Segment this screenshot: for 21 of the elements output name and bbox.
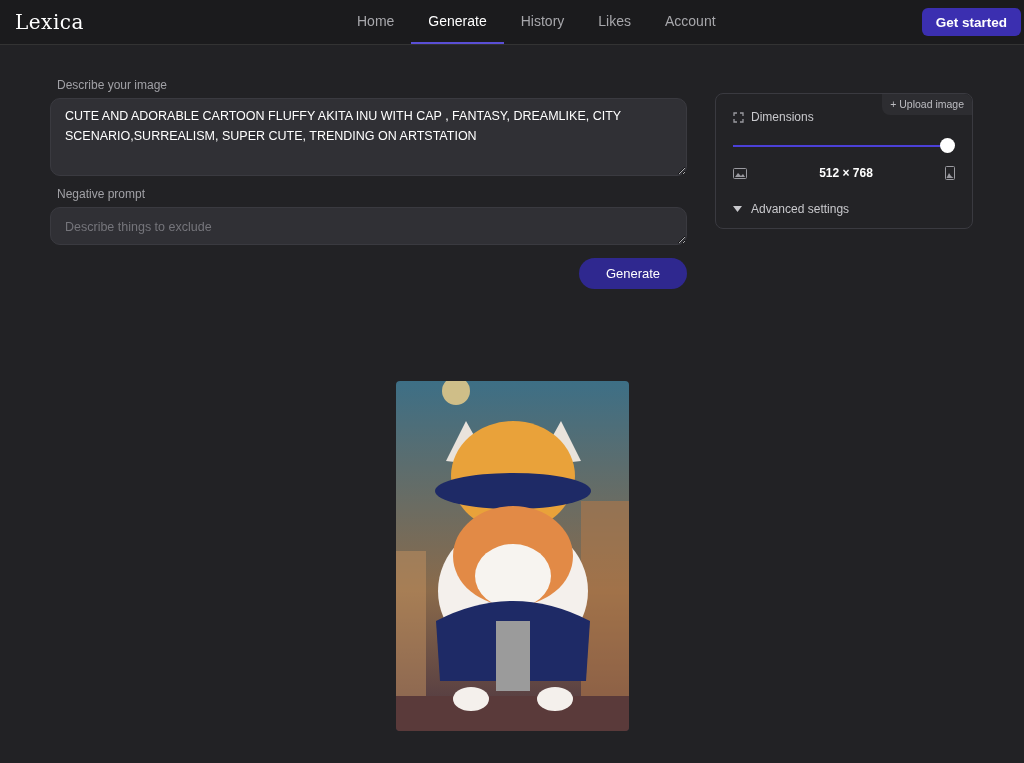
field-label: Negative prompt bbox=[57, 187, 147, 201]
caret-down-icon bbox=[733, 206, 742, 212]
nav-tab[interactable]: History bbox=[503, 0, 582, 44]
dimensions-label: Dimensions bbox=[751, 110, 814, 124]
advanced-settings-toggle[interactable]: Advanced settings bbox=[733, 202, 955, 216]
portrait-image-icon bbox=[945, 166, 955, 180]
nav-tab[interactable]: Account bbox=[648, 0, 733, 44]
negative-prompt-field[interactable]: Describe things to exclude bbox=[50, 207, 687, 245]
nav-tab[interactable]: Likes bbox=[581, 0, 648, 44]
landscape-image-icon bbox=[733, 167, 747, 179]
prompt-field[interactable]: CUTE AND ADORABLE CARTOON FLUFFY AKITA INU WITH CAP , FANTASY, DREAMLIKE, CITY SCENARIO,SURREALISM, SUPER CUTE, TRENDING ON ARTSTATION bbox=[50, 98, 687, 176]
dimensions-icon bbox=[733, 111, 744, 123]
nav-tab[interactable]: Generate bbox=[411, 0, 504, 44]
generate-button[interactable]: Generate bbox=[579, 258, 687, 289]
get-started-button[interactable]: Get started bbox=[921, 8, 1021, 36]
logo[interactable]: Lexica bbox=[15, 10, 84, 34]
slider-thumb[interactable] bbox=[940, 137, 955, 153]
nav-tab[interactable]: Home bbox=[340, 0, 412, 44]
upload-image-button[interactable]: + Upload image bbox=[882, 94, 972, 115]
size-value: 512 × 768 bbox=[819, 166, 873, 180]
field-label: Describe your image bbox=[57, 78, 169, 92]
